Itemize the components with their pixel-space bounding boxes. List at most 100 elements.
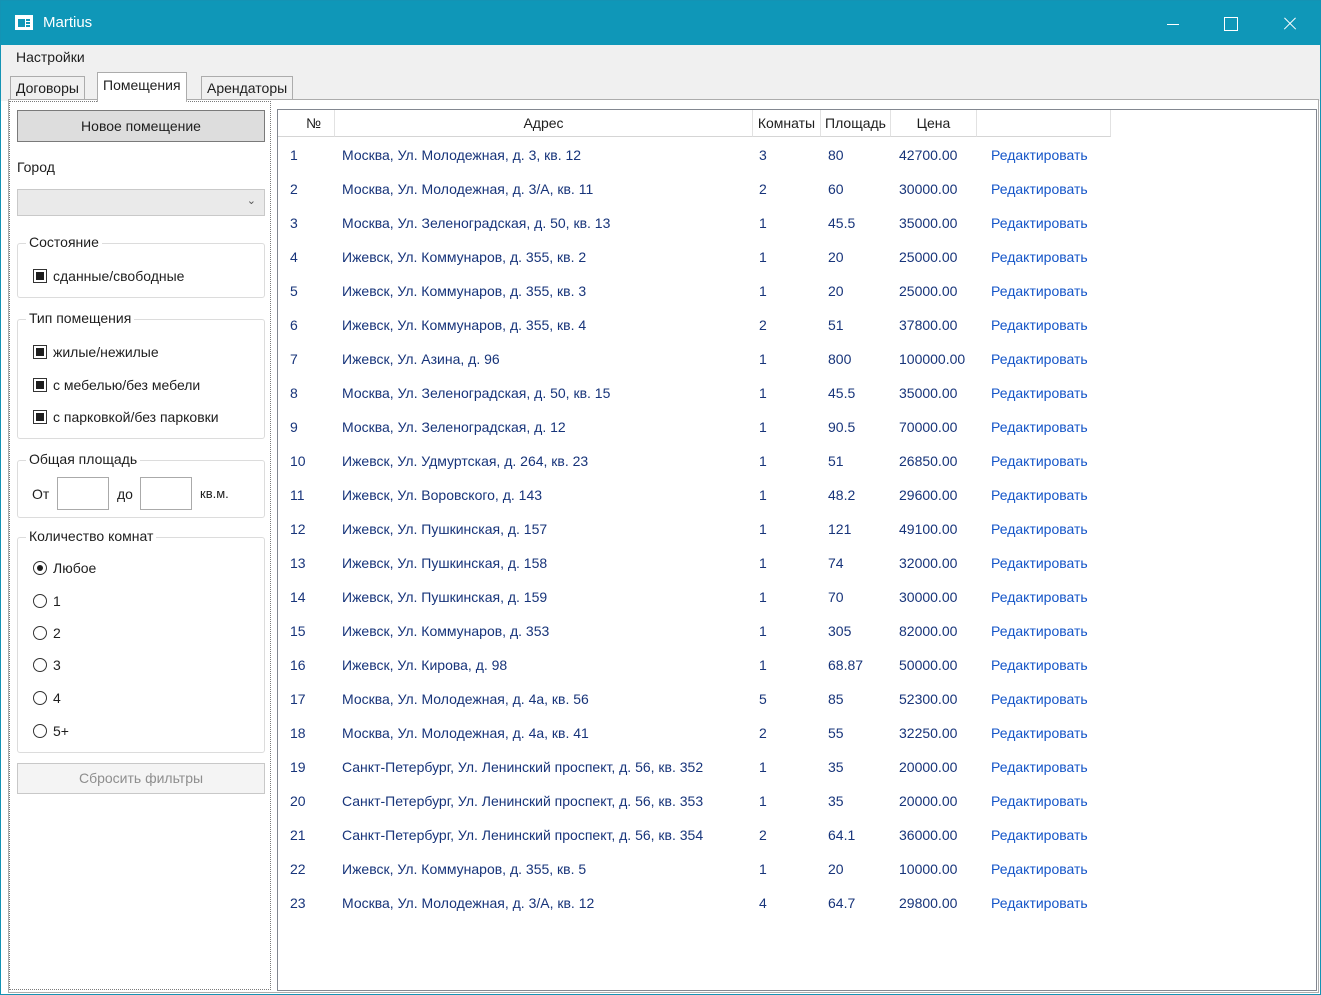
cell-area: 35 bbox=[828, 793, 844, 809]
tab-contracts[interactable]: Договоры bbox=[10, 76, 85, 101]
edit-link[interactable]: Редактировать bbox=[991, 818, 1088, 852]
table-row[interactable]: 20 Санкт-Петербург, Ул. Ленинский проспек… bbox=[278, 784, 1316, 818]
cell-area: 45.5 bbox=[828, 215, 856, 231]
column-header-rooms[interactable]: Комнаты bbox=[753, 110, 821, 137]
close-icon[interactable] bbox=[1260, 1, 1318, 45]
edit-link[interactable]: Редактировать bbox=[991, 852, 1088, 886]
checkbox-parking[interactable]: с парковкой/без парковки bbox=[33, 409, 219, 425]
radio-rooms-4[interactable]: 4 bbox=[33, 690, 61, 706]
edit-link[interactable]: Редактировать bbox=[991, 886, 1088, 920]
checkbox-rented-free[interactable]: сданные/свободные bbox=[33, 268, 184, 284]
table-row[interactable]: 21 Санкт-Петербург, Ул. Ленинский проспек… bbox=[278, 818, 1316, 852]
cell-rooms: 2 bbox=[759, 827, 767, 843]
table-row[interactable]: 3 Москва, Ул. Зеленоградская, д. 50, кв. … bbox=[278, 206, 1316, 240]
cell-price: 26850.00 bbox=[899, 453, 958, 469]
tab-premises[interactable]: Помещения bbox=[97, 72, 187, 102]
edit-link[interactable]: Редактировать bbox=[991, 240, 1088, 274]
reset-filters-button[interactable]: Сбросить фильтры bbox=[17, 763, 265, 794]
city-select[interactable]: ⌄ bbox=[17, 189, 265, 216]
cell-address: Москва, Ул. Молодежная, д. 3, кв. 12 bbox=[342, 147, 582, 163]
area-from-input[interactable] bbox=[57, 477, 109, 510]
radio-label: 4 bbox=[53, 690, 61, 706]
edit-link[interactable]: Редактировать bbox=[991, 648, 1088, 682]
radio-rooms-3[interactable]: 3 bbox=[33, 657, 61, 673]
table-row[interactable]: 14 Ижевск, Ул. Пушкинская, д. 159 1 70 30000… bbox=[278, 580, 1316, 614]
menu-settings[interactable]: Настройки bbox=[16, 49, 85, 65]
cell-number: 1 bbox=[290, 147, 298, 163]
edit-link[interactable]: Редактировать bbox=[991, 274, 1088, 308]
cell-area: 35 bbox=[828, 759, 844, 775]
chevron-down-icon: ⌄ bbox=[246, 195, 256, 207]
table-row[interactable]: 23 Москва, Ул. Молодежная, д. 3/А, кв. 12… bbox=[278, 886, 1316, 920]
column-header-number[interactable]: № bbox=[278, 110, 335, 137]
cell-address: Санкт-Петербург, Ул. Ленинский проспект,… bbox=[342, 759, 704, 775]
title-bar[interactable]: Martius bbox=[1, 1, 1320, 45]
edit-link[interactable]: Редактировать bbox=[991, 444, 1088, 478]
cell-rooms: 1 bbox=[759, 453, 767, 469]
edit-link[interactable]: Редактировать bbox=[991, 716, 1088, 750]
table-row[interactable]: 10 Ижевск, Ул. Удмуртская, д. 264, кв. 23… bbox=[278, 444, 1316, 478]
cell-rooms: 1 bbox=[759, 555, 767, 571]
edit-link[interactable]: Редактировать bbox=[991, 376, 1088, 410]
edit-link[interactable]: Редактировать bbox=[991, 410, 1088, 444]
tab-strip: Договоры Помещения Арендаторы bbox=[1, 70, 1320, 102]
cell-rooms: 1 bbox=[759, 521, 767, 537]
table-row[interactable]: 17 Москва, Ул. Молодежная, д. 4а, кв. 56 5… bbox=[278, 682, 1316, 716]
table-row[interactable]: 12 Ижевск, Ул. Пушкинская, д. 157 1 121 4910… bbox=[278, 512, 1316, 546]
table-row[interactable]: 15 Ижевск, Ул. Коммунаров, д. 353 1 305 8200… bbox=[278, 614, 1316, 648]
edit-link[interactable]: Редактировать bbox=[991, 784, 1088, 818]
edit-link[interactable]: Редактировать bbox=[991, 172, 1088, 206]
edit-link[interactable]: Редактировать bbox=[991, 478, 1088, 512]
table-row[interactable]: 5 Ижевск, Ул. Коммунаров, д. 355, кв. 3 1 2… bbox=[278, 274, 1316, 308]
maximize-icon[interactable] bbox=[1202, 1, 1260, 45]
edit-link[interactable]: Редактировать bbox=[991, 206, 1088, 240]
edit-link[interactable]: Редактировать bbox=[991, 682, 1088, 716]
area-group: Общая площадь От до кв.м. bbox=[17, 451, 265, 518]
minimize-icon[interactable] bbox=[1144, 1, 1202, 45]
table-row[interactable]: 19 Санкт-Петербург, Ул. Ленинский проспек… bbox=[278, 750, 1316, 784]
new-premises-button[interactable]: Новое помещение bbox=[17, 110, 265, 142]
state-group-title: Состояние bbox=[26, 234, 102, 250]
table-row[interactable]: 18 Москва, Ул. Молодежная, д. 4а, кв. 41 2… bbox=[278, 716, 1316, 750]
column-header-address[interactable]: Адрес bbox=[335, 110, 753, 137]
checkbox-residential[interactable]: жилые/нежилые bbox=[33, 344, 159, 360]
radio-rooms-5plus[interactable]: 5+ bbox=[33, 723, 69, 739]
column-header-price[interactable]: Цена bbox=[891, 110, 977, 137]
table-row[interactable]: 6 Ижевск, Ул. Коммунаров, д. 355, кв. 4 2 5… bbox=[278, 308, 1316, 342]
cell-price: 32000.00 bbox=[899, 555, 958, 571]
edit-link[interactable]: Редактировать bbox=[991, 546, 1088, 580]
table-row[interactable]: 22 Ижевск, Ул. Коммунаров, д. 355, кв. 5 1… bbox=[278, 852, 1316, 886]
cell-address: Ижевск, Ул. Азина, д. 96 bbox=[342, 351, 500, 367]
cell-area: 70 bbox=[828, 589, 844, 605]
edit-link[interactable]: Редактировать bbox=[991, 614, 1088, 648]
table-row[interactable]: 13 Ижевск, Ул. Пушкинская, д. 158 1 74 32000… bbox=[278, 546, 1316, 580]
table-row[interactable]: 2 Москва, Ул. Молодежная, д. 3/А, кв. 11 2… bbox=[278, 172, 1316, 206]
table-row[interactable]: 11 Ижевск, Ул. Воровского, д. 143 1 48.2 296… bbox=[278, 478, 1316, 512]
checkbox-furniture[interactable]: с мебелью/без мебели bbox=[33, 377, 200, 393]
edit-link[interactable]: Редактировать bbox=[991, 342, 1088, 376]
area-to-input[interactable] bbox=[140, 477, 192, 510]
tab-tenants[interactable]: Арендаторы bbox=[201, 76, 294, 101]
cell-rooms: 1 bbox=[759, 283, 767, 299]
column-header-actions[interactable] bbox=[977, 110, 1111, 137]
table-row[interactable]: 8 Москва, Ул. Зеленоградская, д. 50, кв. … bbox=[278, 376, 1316, 410]
radio-rooms-any[interactable]: Любое bbox=[33, 560, 96, 576]
table-row[interactable]: 9 Москва, Ул. Зеленоградская, д. 12 1 90.5 7… bbox=[278, 410, 1316, 444]
cell-address: Санкт-Петербург, Ул. Ленинский проспект,… bbox=[342, 793, 704, 809]
edit-link[interactable]: Редактировать bbox=[991, 580, 1088, 614]
table-row[interactable]: 1 Москва, Ул. Молодежная, д. 3, кв. 12 3 80… bbox=[278, 138, 1316, 172]
edit-link[interactable]: Редактировать bbox=[991, 512, 1088, 546]
radio-rooms-2[interactable]: 2 bbox=[33, 625, 61, 641]
table-row[interactable]: 7 Ижевск, Ул. Азина, д. 96 1 800 100000.00 Ре… bbox=[278, 342, 1316, 376]
cell-rooms: 1 bbox=[759, 759, 767, 775]
table-row[interactable]: 4 Ижевск, Ул. Коммунаров, д. 355, кв. 2 1 2… bbox=[278, 240, 1316, 274]
cell-number: 3 bbox=[290, 215, 298, 231]
edit-link[interactable]: Редактировать bbox=[991, 308, 1088, 342]
edit-link[interactable]: Редактировать bbox=[991, 750, 1088, 784]
city-label: Город bbox=[17, 159, 55, 175]
table-row[interactable]: 16 Ижевск, Ул. Кирова, д. 98 1 68.87 50000.0… bbox=[278, 648, 1316, 682]
cell-address: Ижевск, Ул. Удмуртская, д. 264, кв. 23 bbox=[342, 453, 589, 469]
radio-rooms-1[interactable]: 1 bbox=[33, 593, 61, 609]
column-header-area[interactable]: Площадь bbox=[821, 110, 891, 137]
edit-link[interactable]: Редактировать bbox=[991, 138, 1088, 172]
